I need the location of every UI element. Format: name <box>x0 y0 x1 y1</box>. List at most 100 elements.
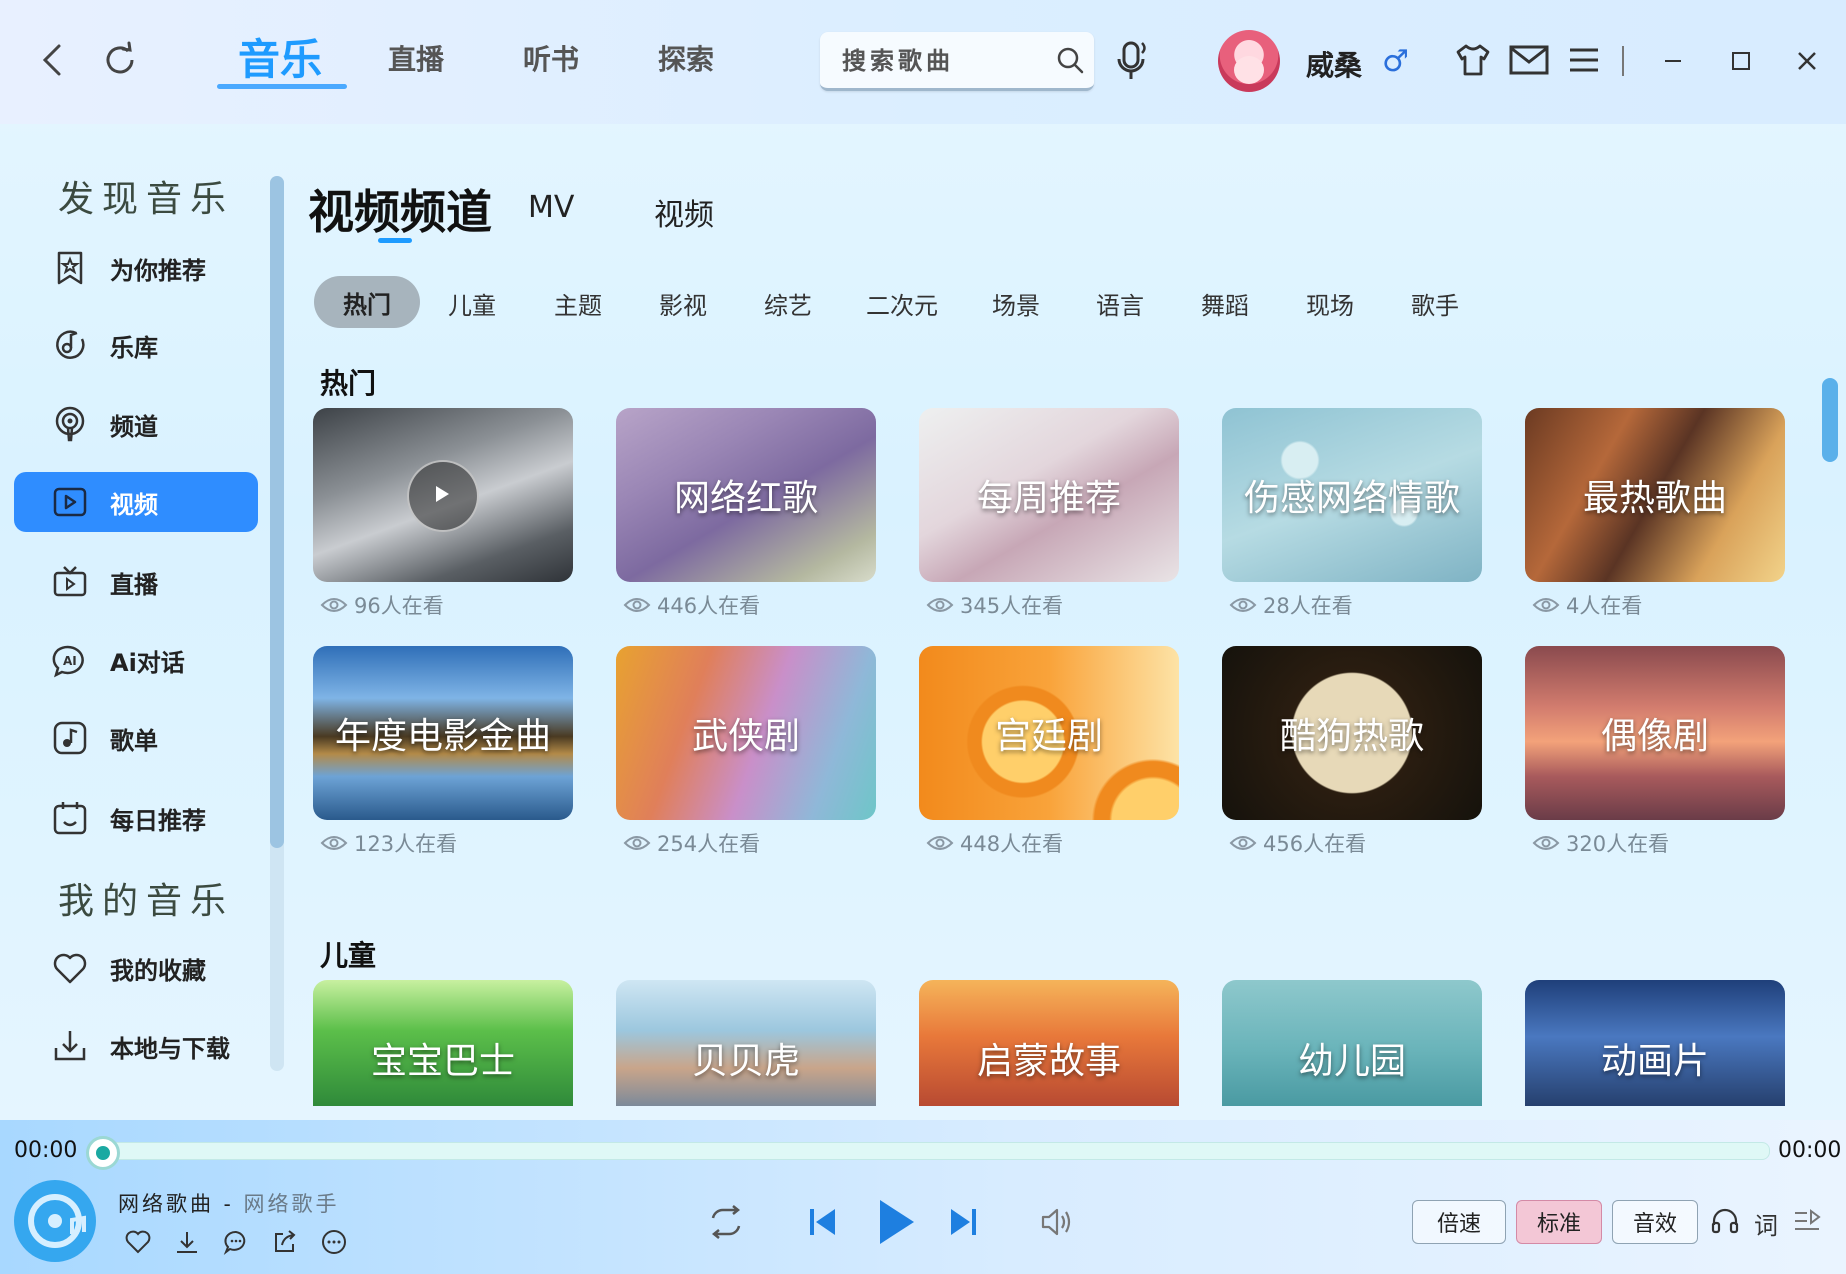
category-tab-hot[interactable]: 热门 <box>314 276 420 328</box>
sound-effect-button[interactable]: 音效 <box>1612 1200 1698 1244</box>
artist-name[interactable]: 网络歌手 <box>243 1192 339 1216</box>
card-title: 宫廷剧 <box>994 716 1103 757</box>
main-scrollbar-thumb[interactable] <box>1822 378 1838 462</box>
star-bookmark-icon <box>57 251 83 285</box>
comment-icon <box>223 1231 246 1255</box>
sidebar-item-video[interactable]: 视频 <box>14 472 258 532</box>
play-button[interactable] <box>870 1196 922 1248</box>
play-button[interactable] <box>407 460 479 532</box>
progress-knob[interactable] <box>86 1136 120 1170</box>
download-icon <box>54 1031 86 1061</box>
video-card[interactable]: 幼儿园 <box>1222 980 1482 1106</box>
like-button[interactable] <box>124 1228 152 1256</box>
search-input[interactable] <box>840 42 1044 80</box>
eye-icon <box>1532 598 1560 612</box>
volume-button[interactable] <box>1038 1204 1076 1240</box>
video-card[interactable]: 武侠剧 <box>616 646 876 820</box>
back-button[interactable] <box>32 40 72 80</box>
category-tab-film[interactable]: 影视 <box>659 286 707 321</box>
comment-button[interactable] <box>222 1228 250 1256</box>
speed-button[interactable]: 倍速 <box>1412 1200 1506 1244</box>
username[interactable]: 威桑 <box>1306 44 1362 84</box>
playlist-queue-button[interactable] <box>1792 1206 1822 1236</box>
sidebar-item-favorites[interactable]: 我的收藏 <box>14 938 258 998</box>
tab-live[interactable]: 直播 <box>388 38 444 78</box>
sidebar-item-library[interactable]: 乐库 <box>14 315 258 375</box>
sidebar-item-local-download[interactable]: 本地与下载 <box>14 1016 258 1076</box>
sidebar-item-daily[interactable]: 每日推荐 <box>14 788 258 848</box>
video-card[interactable]: 伤感网络情歌 <box>1222 408 1482 582</box>
sidebar-item-live[interactable]: 直播 <box>14 552 258 612</box>
tab-audiobook[interactable]: 听书 <box>523 38 579 78</box>
category-tab-dance[interactable]: 舞蹈 <box>1201 286 1249 321</box>
minimize-button[interactable] <box>1656 44 1690 78</box>
active-tab-underline <box>217 84 347 89</box>
video-card[interactable]: 动画片 <box>1525 980 1785 1106</box>
now-playing[interactable]: 网络歌曲 - 网络歌手 <box>118 1188 339 1218</box>
close-button[interactable] <box>1790 44 1824 78</box>
download-button[interactable] <box>173 1228 201 1256</box>
sidebar-item-playlist[interactable]: 歌单 <box>14 708 258 768</box>
video-card[interactable]: 每周推荐 <box>919 408 1179 582</box>
video-card[interactable]: 启蒙故事 <box>919 980 1179 1106</box>
category-tab-language[interactable]: 语言 <box>1096 286 1144 321</box>
tab-explore[interactable]: 探索 <box>658 38 714 78</box>
card-title: 网络红歌 <box>673 478 818 519</box>
more-button[interactable] <box>320 1228 348 1256</box>
sidebar-item-recommend[interactable]: 为你推荐 <box>14 238 258 298</box>
category-tab-theme[interactable]: 主题 <box>554 286 602 321</box>
category-tab-live-show[interactable]: 现场 <box>1306 286 1354 321</box>
eye-icon <box>320 598 348 612</box>
song-title[interactable]: 网络歌曲 <box>118 1192 214 1216</box>
chevron-left-icon <box>42 44 61 76</box>
video-card[interactable] <box>313 408 573 582</box>
repeat-icon <box>711 1205 741 1239</box>
main-menu-button[interactable] <box>1566 42 1602 78</box>
page-title[interactable]: 视频频道 <box>308 176 492 242</box>
share-button[interactable] <box>271 1228 299 1256</box>
video-card[interactable]: 宫廷剧 <box>919 646 1179 820</box>
quality-button[interactable]: 标准 <box>1516 1200 1602 1244</box>
lyrics-button[interactable]: 词 <box>1754 1206 1778 1241</box>
video-card[interactable]: 年度电影金曲 <box>313 646 573 820</box>
tab-mv[interactable]: MV <box>528 190 574 225</box>
video-card[interactable]: 酷狗热歌 <box>1222 646 1482 820</box>
category-tab-variety[interactable]: 综艺 <box>764 286 812 321</box>
viewer-count-text: 345人在看 <box>960 594 1064 618</box>
refresh-button[interactable] <box>98 38 142 82</box>
tab-video[interactable]: 视频 <box>654 190 714 234</box>
video-card[interactable]: 贝贝虎 <box>616 980 876 1106</box>
sidebar-item-ai-chat[interactable]: AI Ai对话 <box>14 630 258 690</box>
category-tab-anime[interactable]: 二次元 <box>866 286 938 321</box>
listen-together-button[interactable] <box>1708 1204 1742 1238</box>
more-icon <box>322 1230 346 1254</box>
playlist-queue-icon <box>1795 1209 1821 1230</box>
category-tab-scene[interactable]: 场景 <box>992 286 1040 321</box>
eye-icon <box>1229 836 1257 850</box>
skin-button[interactable] <box>1452 40 1494 80</box>
video-card[interactable]: 宝宝巴士 <box>313 980 573 1106</box>
maximize-button[interactable] <box>1724 44 1758 78</box>
previous-button[interactable] <box>806 1204 840 1240</box>
sidebar-item-channel[interactable]: 频道 <box>14 394 258 454</box>
avatar[interactable] <box>1218 30 1280 92</box>
maximize-icon <box>1732 52 1750 70</box>
album-cover[interactable] <box>14 1180 96 1262</box>
progress-bar[interactable] <box>100 1142 1770 1160</box>
card-title: 贝贝虎 <box>691 1041 800 1083</box>
loop-mode-button[interactable] <box>704 1202 748 1242</box>
video-card[interactable]: 偶像剧 <box>1525 646 1785 820</box>
sidebar-scrollbar-thumb[interactable] <box>270 176 284 848</box>
tab-music[interactable]: 音乐 <box>238 26 322 87</box>
video-card[interactable]: 网络红歌 <box>616 408 876 582</box>
category-tab-singer[interactable]: 歌手 <box>1411 286 1459 321</box>
category-tab-children[interactable]: 儿童 <box>448 286 496 321</box>
messages-button[interactable] <box>1508 42 1550 78</box>
next-button[interactable] <box>946 1204 980 1240</box>
search-icon[interactable] <box>1056 46 1084 74</box>
card-title: 启蒙故事 <box>976 1041 1121 1083</box>
video-card[interactable]: 最热歌曲 <box>1525 408 1785 582</box>
skip-next-icon <box>951 1209 976 1235</box>
voice-search-button[interactable] <box>1112 38 1152 84</box>
top-bar: 音乐 直播 听书 探索 威桑 ♂ <box>0 0 1846 124</box>
